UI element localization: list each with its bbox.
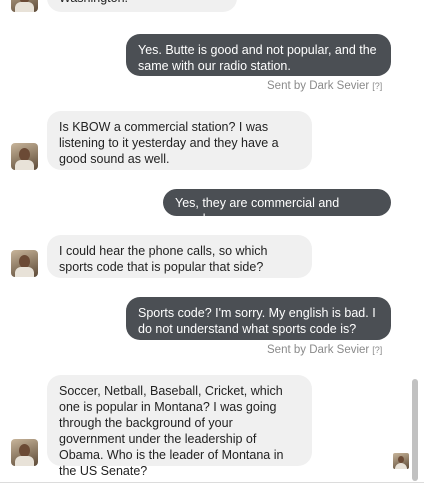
- message-received: I could hear the phone calls, so which s…: [47, 235, 312, 278]
- avatar: [11, 439, 38, 466]
- scrollbar-thumb[interactable]: [412, 379, 418, 481]
- message-sent: Yes. Butte is good and not popular, and …: [126, 34, 391, 76]
- message-received: Is KBOW a commercial station? I was list…: [47, 111, 312, 170]
- help-link[interactable]: [?]: [372, 345, 382, 355]
- message-sent: Yes, they are commercial and popular.: [163, 189, 391, 226]
- sent-by-text: Sent by Dark Sevier: [267, 80, 370, 92]
- avatar: [11, 250, 38, 277]
- help-link[interactable]: [?]: [372, 81, 382, 91]
- sent-by-label: Sent by Dark Sevier [?]: [267, 80, 382, 92]
- avatar: [11, 143, 38, 170]
- chat-thread[interactable]: Washington. Yes. Butte is good and not p…: [0, 0, 424, 483]
- message-sent: Sports code? I'm sorry. My english is ba…: [126, 297, 391, 340]
- sent-by-label: Sent by Dark Sevier [?]: [267, 344, 382, 356]
- my-avatar: [393, 453, 409, 469]
- sent-by-text: Sent by Dark Sevier: [267, 344, 370, 356]
- avatar: [11, 0, 38, 12]
- message-received: Soccer, Netball, Baseball, Cricket, whic…: [47, 375, 312, 478]
- message-received: Washington.: [47, 0, 237, 12]
